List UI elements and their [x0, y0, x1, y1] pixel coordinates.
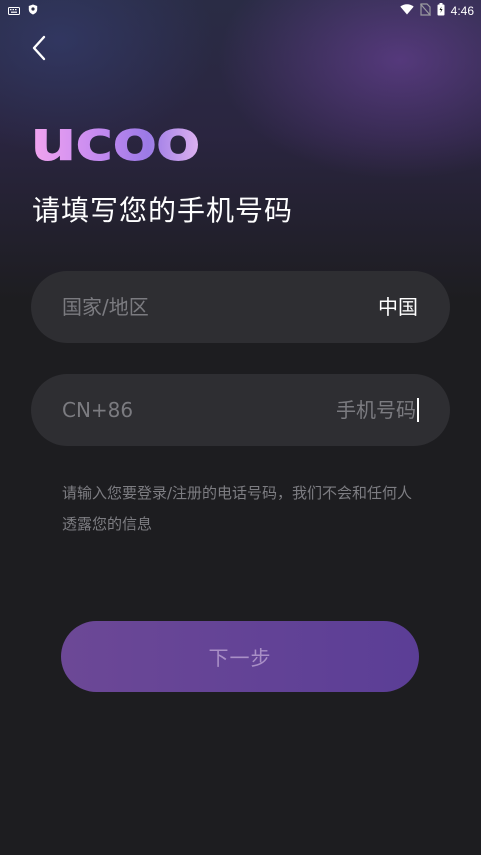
keyboard-icon: [8, 4, 20, 18]
phone-placeholder: 手机号码: [336, 398, 416, 422]
status-bar: 4:46: [0, 0, 481, 22]
status-right-icons: 4:46: [399, 3, 474, 19]
back-button[interactable]: [24, 34, 54, 66]
app-logo: ucoo: [30, 104, 201, 178]
page-title: 请填写您的手机号码: [32, 194, 294, 227]
phone-country-code[interactable]: CN+86: [62, 397, 133, 423]
country-field-label: 国家/地区: [62, 295, 149, 319]
next-step-label: 下一步: [208, 646, 272, 670]
battery-icon: [437, 3, 445, 19]
status-time: 4:46: [450, 4, 474, 18]
phone-field[interactable]: CN+86 手机号码: [31, 374, 450, 446]
wifi-icon: [399, 4, 414, 18]
next-step-button[interactable]: 下一步: [61, 621, 419, 692]
country-field-value: 中国: [378, 295, 418, 319]
text-cursor: [417, 398, 419, 422]
chevron-left-icon: [31, 35, 47, 65]
privacy-hint: 请输入您要登录/注册的电话号码，我们不会和任何人透露您的信息: [62, 484, 413, 533]
phone-number-input[interactable]: 手机号码: [336, 397, 419, 423]
country-selector[interactable]: 国家/地区 中国: [31, 271, 450, 343]
shield-icon: [28, 4, 38, 18]
no-sim-icon: [419, 3, 431, 19]
status-left-icons: [8, 4, 38, 18]
